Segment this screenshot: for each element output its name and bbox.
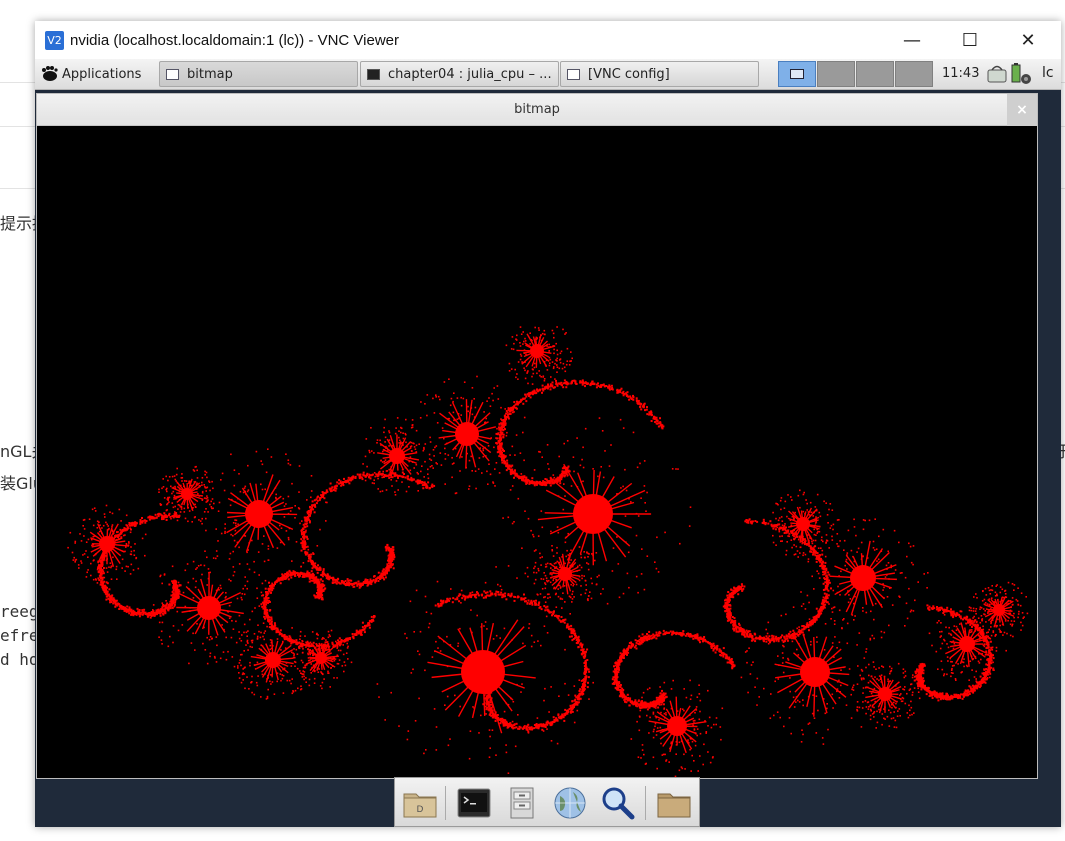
bitmap-titlebar[interactable]: bitmap × — [37, 94, 1037, 126]
minimize-icon: — — [903, 29, 921, 51]
close-icon: × — [1016, 102, 1028, 118]
taskbar-button-julia-cpu[interactable]: chapter04 : julia_cpu – ... — [360, 61, 559, 87]
maximize-button[interactable]: ☐ — [941, 21, 999, 59]
user-name-label[interactable]: lc — [1042, 65, 1054, 81]
home-folder-icon[interactable]: D — [401, 784, 439, 822]
bottom-dock: D — [394, 777, 700, 827]
network-and-power-tray-icon[interactable] — [986, 62, 1034, 86]
applications-menu-label: Applications — [62, 66, 142, 82]
close-button[interactable]: ✕ — [999, 21, 1057, 59]
applications-menu[interactable]: Applications — [39, 62, 141, 86]
vnc-viewer-window: V2 nvidia (localhost.localdomain:1 (lc))… — [35, 21, 1061, 827]
file-cabinet-icon[interactable] — [503, 784, 541, 822]
taskbar-label: bitmap — [187, 66, 233, 82]
dock-separator — [445, 786, 446, 820]
close-icon: ✕ — [1020, 29, 1036, 51]
workspace-3[interactable] — [856, 61, 894, 87]
window-icon — [166, 68, 179, 80]
vnc-logo-icon: V2 — [45, 30, 64, 50]
gnome-foot-icon — [42, 66, 58, 81]
folder-icon[interactable] — [655, 784, 693, 822]
workspace-4[interactable] — [895, 61, 933, 87]
web-browser-icon[interactable] — [551, 784, 589, 822]
bitmap-close-button[interactable]: × — [1007, 94, 1037, 126]
taskbar-button-bitmap[interactable]: bitmap — [159, 61, 358, 87]
vnc-titlebar[interactable]: V2 nvidia (localhost.localdomain:1 (lc))… — [35, 21, 1061, 59]
vnc-window-title: nvidia (localhost.localdomain:1 (lc)) - … — [70, 31, 400, 49]
panel-clock[interactable]: 11:43 — [942, 66, 979, 81]
bg-code-fragment: reeg — [0, 602, 39, 621]
taskbar-button-vnc-config[interactable]: [VNC config] — [560, 61, 759, 87]
window-icon — [567, 68, 580, 80]
search-icon[interactable] — [599, 784, 637, 822]
terminal-icon[interactable] — [455, 784, 493, 822]
taskbar-label: chapter04 : julia_cpu – ... — [388, 66, 552, 82]
fractal-points — [67, 326, 1029, 778]
terminal-window-icon — [367, 68, 380, 80]
workspace-1[interactable] — [778, 61, 816, 87]
remote-desktop[interactable]: Applications bitmap chapter04 : julia_cp… — [35, 59, 1061, 827]
top-panel: Applications bitmap chapter04 : julia_cp… — [35, 59, 1061, 90]
bitmap-canvas[interactable] — [37, 126, 1037, 778]
taskbar-label: [VNC config] — [588, 66, 670, 82]
minimize-button[interactable]: — — [883, 21, 941, 59]
workspace-2[interactable] — [817, 61, 855, 87]
julia-set-fractal-image — [67, 326, 1029, 778]
bitmap-window: bitmap × — [36, 93, 1038, 779]
bg-code-fragment: efre — [0, 626, 39, 645]
bg-code-fragment: d ho — [0, 650, 39, 669]
workspace-window-preview — [790, 69, 804, 79]
bitmap-window-title: bitmap — [514, 102, 560, 117]
dock-separator — [645, 786, 646, 820]
maximize-icon: ☐ — [961, 29, 979, 51]
